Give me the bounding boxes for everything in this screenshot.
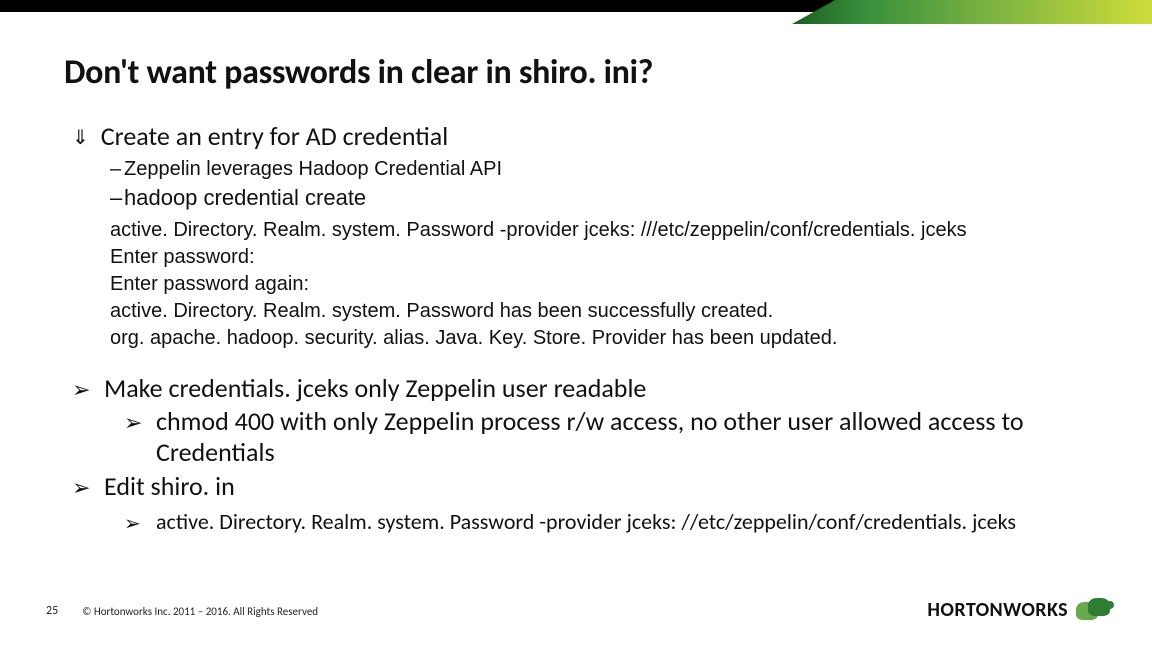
chevron-icon: ➢ [72,474,94,501]
bullet-1: ⇓ Create an entry for AD credential [72,120,1092,152]
top-bar-accent [792,0,1152,24]
bullet-1-sub-1: –Zeppelin leverages Hadoop Credential AP… [110,156,1092,183]
brand-name: HORTONWORKS [927,598,1068,622]
bullet-2: ➢ Make credentials. jceks only Zeppelin … [72,372,1092,404]
bullet-1-text: Create an entry for AD credential [101,120,448,152]
slide-content: ⇓ Create an entry for AD credential –Zep… [72,120,1092,536]
code-block: active. Directory. Realm. system. Passwo… [110,217,1092,352]
copyright-text: © Hortonworks Inc. 2011 – 2016. All Righ… [82,605,318,618]
code-line-5: org. apache. hadoop. security. alias. Ja… [110,325,1092,352]
bullet-1-sub-2: –hadoop credential create [110,183,1092,213]
brand-logo: HORTONWORKS [927,596,1112,624]
code-line-2: Enter password: [110,244,1092,271]
bullet-2-sub-text: chmod 400 with only Zeppelin process r/w… [156,406,1092,468]
down-arrow-icon: ⇓ [72,125,89,150]
page-number: 25 [46,604,58,618]
slide-title: Don't want passwords in clear in shiro. … [64,52,653,93]
chevron-icon: ➢ [124,511,146,536]
code-line-1: active. Directory. Realm. system. Passwo… [110,217,1092,244]
dash-icon: – [110,156,124,183]
code-line-3: Enter password again: [110,271,1092,298]
bullet-2-sub: ➢ chmod 400 with only Zeppelin process r… [124,406,1092,468]
bullet-2-text: Make credentials. jceks only Zeppelin us… [104,372,646,404]
bullet-1-sub-2-text: hadoop credential create [124,185,366,210]
bullet-3: ➢ Edit shiro. in [72,470,1092,502]
bullet-3-sub: ➢ active. Directory. Realm. system. Pass… [124,508,1092,536]
code-line-4: active. Directory. Realm. system. Passwo… [110,298,1092,325]
slide: Don't want passwords in clear in shiro. … [0,0,1152,648]
footer: 25 © Hortonworks Inc. 2011 – 2016. All R… [46,604,318,618]
chevron-icon: ➢ [72,376,94,403]
chevron-icon: ➢ [124,410,146,436]
bullet-3-text: Edit shiro. in [104,470,235,502]
bullet-3-sub-text: active. Directory. Realm. system. Passwo… [156,508,1016,535]
elephant-icon [1076,596,1112,624]
bullet-1-sub-1-text: Zeppelin leverages Hadoop Credential API [124,158,502,180]
dash-icon: – [110,183,124,213]
